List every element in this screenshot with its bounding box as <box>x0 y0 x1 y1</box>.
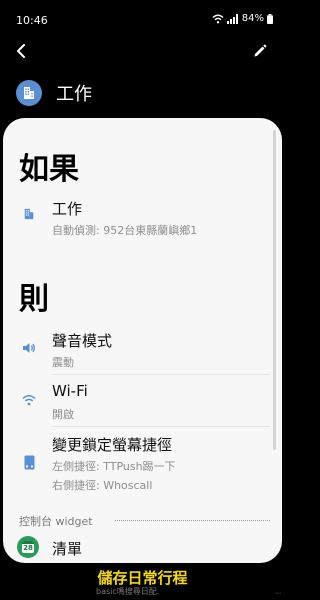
divider <box>52 426 270 427</box>
lock-screen-icon <box>21 454 37 470</box>
widget-title: 清單 <box>52 540 83 558</box>
left-shortcut: 左側捷徑: TTPush踢一下 <box>52 460 176 473</box>
action-title: Wi-Fi <box>52 382 88 400</box>
battery-icon <box>267 13 273 24</box>
action-item-lock-screen-shortcuts[interactable]: 變更鎖定螢幕捷徑 左側捷徑: TTPush踢一下 右側捷徑: Whoscall <box>3 432 273 498</box>
widget-section-label: 控制台 widget <box>19 515 93 528</box>
watermark: ⋯ <box>275 590 281 597</box>
status-time: 10:46 <box>16 14 48 27</box>
volume-icon <box>21 340 37 356</box>
divider <box>52 374 270 375</box>
scrollbar[interactable] <box>273 130 276 450</box>
condition-subtitle: 自動偵測: 952台東縣蘭嶼鄉1 <box>52 224 198 237</box>
action-item-wifi[interactable]: Wi-Fi 開啟 <box>3 380 273 424</box>
save-routine-label: 儲存日常行程 <box>97 569 188 587</box>
building-icon <box>16 80 42 106</box>
chevron-left-icon <box>17 44 25 58</box>
edit-button[interactable] <box>249 40 271 62</box>
calendar-badge: 28 <box>23 544 33 552</box>
section-divider <box>115 520 270 521</box>
action-item-sound-mode[interactable]: 聲音模式 震動 <box>3 328 273 372</box>
if-heading: 如果 <box>19 152 79 187</box>
app-bar <box>0 40 285 68</box>
signal-icon <box>226 13 238 24</box>
action-title: 變更鎖定螢幕捷徑 <box>52 436 173 454</box>
battery-percent: 84% <box>241 13 264 24</box>
routine-header: 工作 <box>16 78 92 108</box>
routine-title: 工作 <box>56 84 92 105</box>
then-heading: 則 <box>19 282 49 317</box>
condition-item-work[interactable]: 工作 自動偵測: 952台東縣蘭嶼鄉1 <box>3 196 273 240</box>
calendar-icon: 28 <box>17 536 39 558</box>
action-subtitle: 開啟 <box>52 408 74 421</box>
status-icons: 84% <box>212 13 273 24</box>
right-shortcut: 右側捷徑: Whoscall <box>52 479 153 492</box>
status-bar: 10:46 84% <box>0 0 285 40</box>
widget-item-list[interactable]: 28 清單 <box>3 536 273 563</box>
condition-title: 工作 <box>52 200 83 218</box>
bottom-caption: basic嗎搜尋日配. <box>96 587 160 596</box>
action-subtitle: 震動 <box>52 356 74 369</box>
wifi-status-icon <box>212 14 224 23</box>
screen: 10:46 84% 工作 如果 工作 自動偵測: 952台東縣蘭嶼鄉1 則 聲音… <box>0 0 285 600</box>
back-button[interactable] <box>10 40 32 62</box>
action-title: 聲音模式 <box>52 332 113 350</box>
wifi-icon <box>21 392 37 408</box>
building-icon <box>21 206 37 222</box>
routine-detail-card: 如果 工作 自動偵測: 952台東縣蘭嶼鄉1 則 聲音模式 震動 Wi-Fi 開… <box>3 118 282 563</box>
pencil-icon <box>254 44 267 57</box>
